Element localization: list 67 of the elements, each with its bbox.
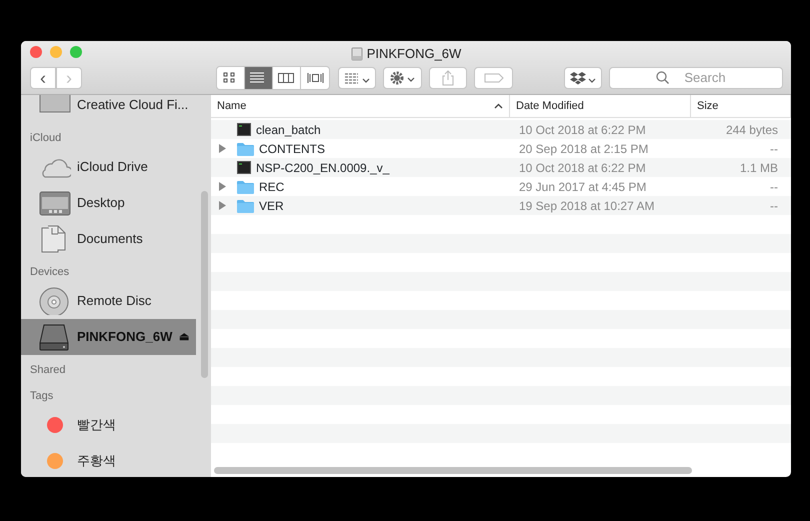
arrange-icon: [344, 71, 371, 85]
sidebar-heading: Devices: [29, 264, 70, 280]
share-icon: [442, 70, 454, 86]
dropbox-button[interactable]: [564, 67, 602, 89]
size-cell-text: --: [769, 140, 779, 158]
file-row[interactable]: VER 19 Sep 2018 at 10:27 AM --: [211, 196, 791, 215]
eject-icon[interactable]: ⏏: [179, 328, 189, 346]
date-modified-cell-text: 10 Oct 2018 at 6:22 PM: [518, 160, 647, 176]
size-cell-text: 1.1 MB: [738, 160, 779, 176]
size-cell-text: --: [769, 198, 779, 214]
cover-flow-button[interactable]: [301, 67, 330, 89]
disclosure-triangle-icon[interactable]: [219, 144, 226, 153]
column-view-button[interactable]: [273, 67, 302, 89]
action-icon: [388, 70, 416, 86]
close-button[interactable]: [30, 46, 42, 58]
tag-icon: [484, 73, 504, 83]
folder-icon: [237, 198, 254, 212]
action-button[interactable]: [382, 67, 422, 89]
column-header[interactable]: Size: [691, 95, 791, 117]
back-button[interactable]: ‹: [30, 67, 56, 89]
arrange-button[interactable]: [338, 67, 376, 89]
file-name[interactable]: VER: [259, 196, 284, 214]
terminal-file-icon: [237, 123, 251, 136]
file-row[interactable]: REC 29 Jun 2017 at 4:45 PM --: [211, 177, 791, 196]
sidebar-heading: Tags: [29, 388, 54, 404]
size-cell-text: --: [769, 178, 779, 196]
icon-view-button[interactable]: [217, 67, 246, 89]
date-modified-cell-text: 19 Sep 2018 at 10:27 AM: [518, 198, 656, 214]
sidebar-item[interactable]: Creative Cloud Fi...: [21, 95, 211, 123]
search-icon: [656, 71, 669, 84]
size-cell-text: 244 bytes: [724, 122, 779, 138]
list-view-button[interactable]: [245, 67, 274, 89]
sidebar-item[interactable]: iCloud Drive: [21, 149, 211, 185]
sidebar-item[interactable]: 빨간색: [21, 407, 211, 443]
disclosure-triangle-icon[interactable]: [219, 201, 226, 210]
folder-icon: [237, 180, 254, 194]
file-row[interactable]: clean_batch 10 Oct 2018 at 6:22 PM 244 bytes: [211, 120, 791, 139]
window-title: PINKFONG_6W: [366, 45, 462, 63]
dropbox-icon: [570, 71, 597, 85]
columns-view-icon: [278, 71, 296, 85]
sidebar-item[interactable]: 주황색: [21, 443, 211, 477]
file-name[interactable]: REC: [259, 178, 284, 196]
sidebar-item[interactable]: Documents: [21, 221, 211, 257]
sidebar-item[interactable]: PINKFONG_6W ⏏: [21, 319, 196, 355]
sidebar-heading: Shared: [29, 362, 66, 378]
column-header[interactable]: Date Modified: [510, 95, 691, 117]
date-modified-cell-text: 29 Jun 2017 at 4:45 PM: [518, 178, 648, 196]
sidebar-item[interactable]: Remote Disc: [21, 283, 211, 319]
search-field[interactable]: Search: [609, 66, 783, 88]
file-row[interactable]: NSP-C200_EN.0009._v_ 10 Oct 2018 at 6:22 PM 1.1 MB: [211, 158, 791, 177]
terminal-file-icon: [237, 161, 251, 174]
desktop-icon: [39, 189, 71, 217]
column-header[interactable]: Name: [211, 95, 510, 117]
view-switcher[interactable]: [216, 66, 330, 90]
drive-icon: [350, 46, 363, 61]
sidebar-item[interactable]: Desktop: [21, 185, 211, 221]
external-drive-icon: [39, 323, 71, 351]
disclosure-triangle-icon[interactable]: [219, 182, 226, 191]
coverflow-view-icon: [306, 71, 324, 85]
date-modified-cell-text: 10 Oct 2018 at 6:22 PM: [518, 122, 647, 138]
file-row[interactable]: CONTENTS 20 Sep 2018 at 2:15 PM --: [211, 139, 791, 158]
file-name[interactable]: CONTENTS: [259, 140, 325, 158]
folder-icon: [237, 142, 254, 156]
file-name[interactable]: NSP-C200_EN.0009._v_: [256, 158, 390, 176]
file-name[interactable]: clean_batch: [256, 120, 321, 138]
sidebar-heading: iCloud: [29, 130, 62, 146]
date-modified-cell-text: 20 Sep 2018 at 2:15 PM: [518, 140, 650, 158]
